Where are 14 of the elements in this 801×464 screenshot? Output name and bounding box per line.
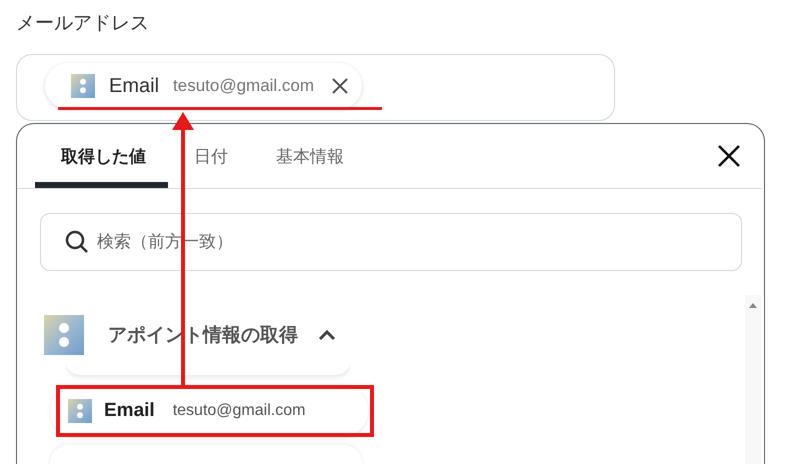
email-field[interactable]: Email tesuto@gmail.com bbox=[16, 54, 615, 121]
app-icon bbox=[71, 74, 95, 98]
field-label: メールアドレス bbox=[16, 12, 150, 36]
chip-value: tesuto@gmail.com bbox=[173, 76, 314, 96]
tab[interactable]: 基本情報 bbox=[250, 124, 366, 188]
app-icon bbox=[68, 399, 92, 423]
remove-icon[interactable] bbox=[330, 76, 350, 96]
tab[interactable]: 取得した値 bbox=[35, 124, 168, 188]
tab[interactable]: 日付 bbox=[168, 124, 250, 188]
app-icon bbox=[44, 315, 84, 355]
scrollbar[interactable] bbox=[745, 295, 761, 464]
chevron-icon bbox=[318, 329, 336, 341]
chip-name: Email bbox=[109, 74, 160, 98]
value-chip[interactable]: Email tesuto@gmail.com bbox=[45, 63, 362, 109]
